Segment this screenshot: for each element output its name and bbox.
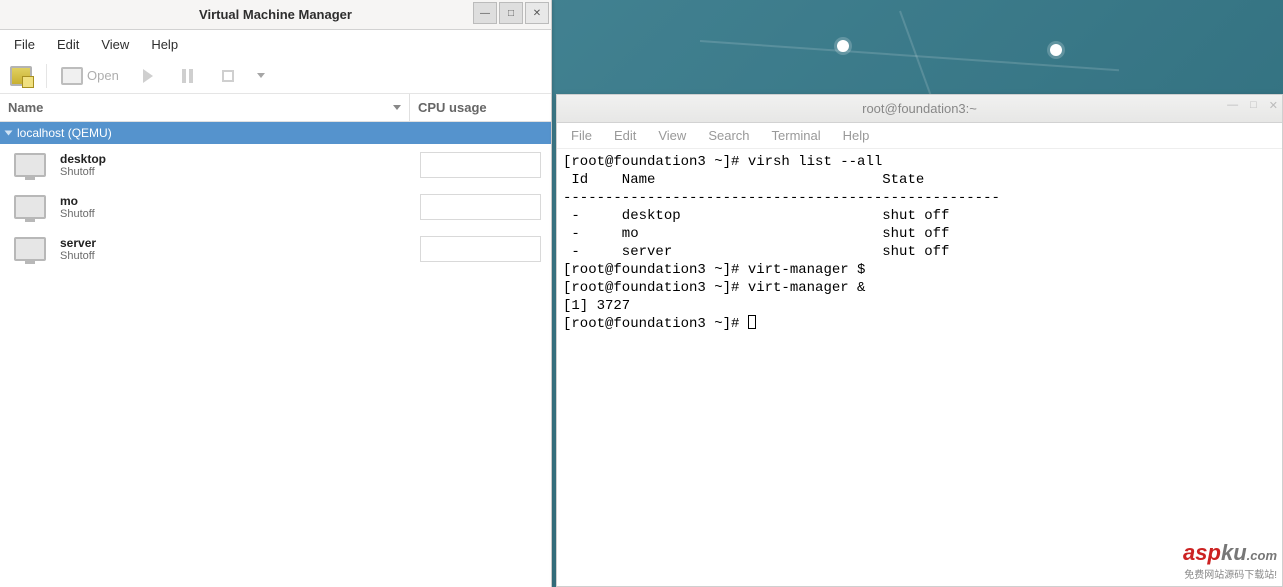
term-menu-file[interactable]: File — [561, 124, 602, 147]
terminal-line: - mo shut off — [563, 225, 1276, 243]
vmm-menubar: File Edit View Help — [0, 30, 551, 58]
sort-indicator-icon — [393, 105, 401, 110]
pause-button[interactable] — [173, 65, 203, 87]
terminal-window-controls: — □ ✕ — [1227, 99, 1278, 112]
watermark-brand-b: ku — [1221, 540, 1247, 565]
open-button[interactable]: Open — [57, 65, 123, 87]
terminal-line: - desktop shut off — [563, 207, 1276, 225]
terminal-line: [root@foundation3 ~]# virt-manager & — [563, 279, 1276, 297]
host-label: localhost (QEMU) — [17, 126, 112, 140]
watermark: aspku.com 免费网站源码下载站! — [1183, 540, 1277, 581]
term-menu-search[interactable]: Search — [698, 124, 759, 147]
watermark-dotcom: .com — [1247, 548, 1277, 563]
terminal-title: root@foundation3:~ — [557, 101, 1282, 116]
vmm-title: Virtual Machine Manager — [0, 7, 551, 22]
terminal-line: Id Name State — [563, 171, 1276, 189]
separator — [46, 64, 47, 88]
vmm-window: Virtual Machine Manager — □ ✕ File Edit … — [0, 0, 552, 587]
vm-monitor-icon — [14, 153, 46, 177]
expand-icon — [5, 131, 13, 136]
watermark-brand-a: asp — [1183, 540, 1221, 565]
terminal-line: [root@foundation3 ~]# virt-manager $ — [563, 261, 1276, 279]
vmm-window-controls: — □ ✕ — [473, 2, 549, 24]
terminal-line: [1] 3727 — [563, 297, 1276, 315]
vm-row-desktop[interactable]: desktop Shutoff — [0, 144, 551, 186]
vm-state: Shutoff — [60, 250, 96, 262]
shutdown-menu-button[interactable] — [253, 71, 269, 80]
minimize-button[interactable]: — — [1227, 99, 1238, 112]
vmm-column-headers: Name CPU usage — [0, 94, 551, 122]
close-button[interactable]: ✕ — [1269, 99, 1278, 112]
cpu-sparkline — [420, 194, 541, 220]
open-label: Open — [87, 68, 119, 83]
vm-name: mo — [60, 194, 95, 208]
terminal-line: [root@foundation3 ~]# virsh list --all — [563, 153, 1276, 171]
column-cpu-label: CPU usage — [418, 100, 487, 115]
terminal-line: ----------------------------------------… — [563, 189, 1276, 207]
pause-icon — [182, 69, 193, 83]
stop-icon — [222, 70, 234, 82]
cpu-sparkline — [420, 236, 541, 262]
cpu-sparkline — [420, 152, 541, 178]
terminal-titlebar[interactable]: root@foundation3:~ — □ ✕ — [557, 95, 1282, 123]
column-name[interactable]: Name — [0, 94, 410, 121]
monitor-new-icon — [10, 66, 32, 86]
play-icon — [143, 69, 153, 83]
terminal-window: root@foundation3:~ — □ ✕ File Edit View … — [556, 94, 1283, 587]
monitor-icon — [61, 67, 83, 85]
menu-file[interactable]: File — [4, 33, 45, 56]
vm-row-mo[interactable]: mo Shutoff — [0, 186, 551, 228]
vm-state: Shutoff — [60, 208, 95, 220]
vmm-tree[interactable]: localhost (QEMU) desktop Shutoff mo Shut… — [0, 122, 551, 587]
vm-monitor-icon — [14, 237, 46, 261]
terminal-line: - server shut off — [563, 243, 1276, 261]
new-vm-button[interactable] — [6, 65, 36, 87]
watermark-tagline: 免费网站源码下载站! — [1183, 566, 1277, 581]
term-menu-edit[interactable]: Edit — [604, 124, 646, 147]
close-button[interactable]: ✕ — [525, 2, 549, 24]
vmm-toolbar: Open — [0, 58, 551, 94]
host-row[interactable]: localhost (QEMU) — [0, 122, 551, 144]
terminal-body[interactable]: [root@foundation3 ~]# virsh list --all I… — [557, 149, 1282, 586]
shutdown-button[interactable] — [213, 65, 243, 87]
run-button[interactable] — [133, 65, 163, 87]
vm-name: server — [60, 236, 96, 250]
vmm-titlebar[interactable]: Virtual Machine Manager — □ ✕ — [0, 0, 551, 30]
maximize-button[interactable]: □ — [499, 2, 523, 24]
term-menu-view[interactable]: View — [648, 124, 696, 147]
maximize-button[interactable]: □ — [1250, 99, 1257, 112]
menu-help[interactable]: Help — [141, 33, 188, 56]
column-cpu[interactable]: CPU usage — [410, 94, 551, 121]
minimize-button[interactable]: — — [473, 2, 497, 24]
terminal-cursor — [748, 315, 756, 329]
term-menu-terminal[interactable]: Terminal — [762, 124, 831, 147]
chevron-down-icon — [257, 73, 265, 78]
vm-row-server[interactable]: server Shutoff — [0, 228, 551, 270]
terminal-line: [root@foundation3 ~]# — [563, 315, 1276, 333]
term-menu-help[interactable]: Help — [833, 124, 880, 147]
menu-view[interactable]: View — [91, 33, 139, 56]
vm-monitor-icon — [14, 195, 46, 219]
column-name-label: Name — [8, 100, 43, 115]
vm-name: desktop — [60, 152, 106, 166]
menu-edit[interactable]: Edit — [47, 33, 89, 56]
terminal-menubar: File Edit View Search Terminal Help — [557, 123, 1282, 149]
vm-state: Shutoff — [60, 166, 106, 178]
